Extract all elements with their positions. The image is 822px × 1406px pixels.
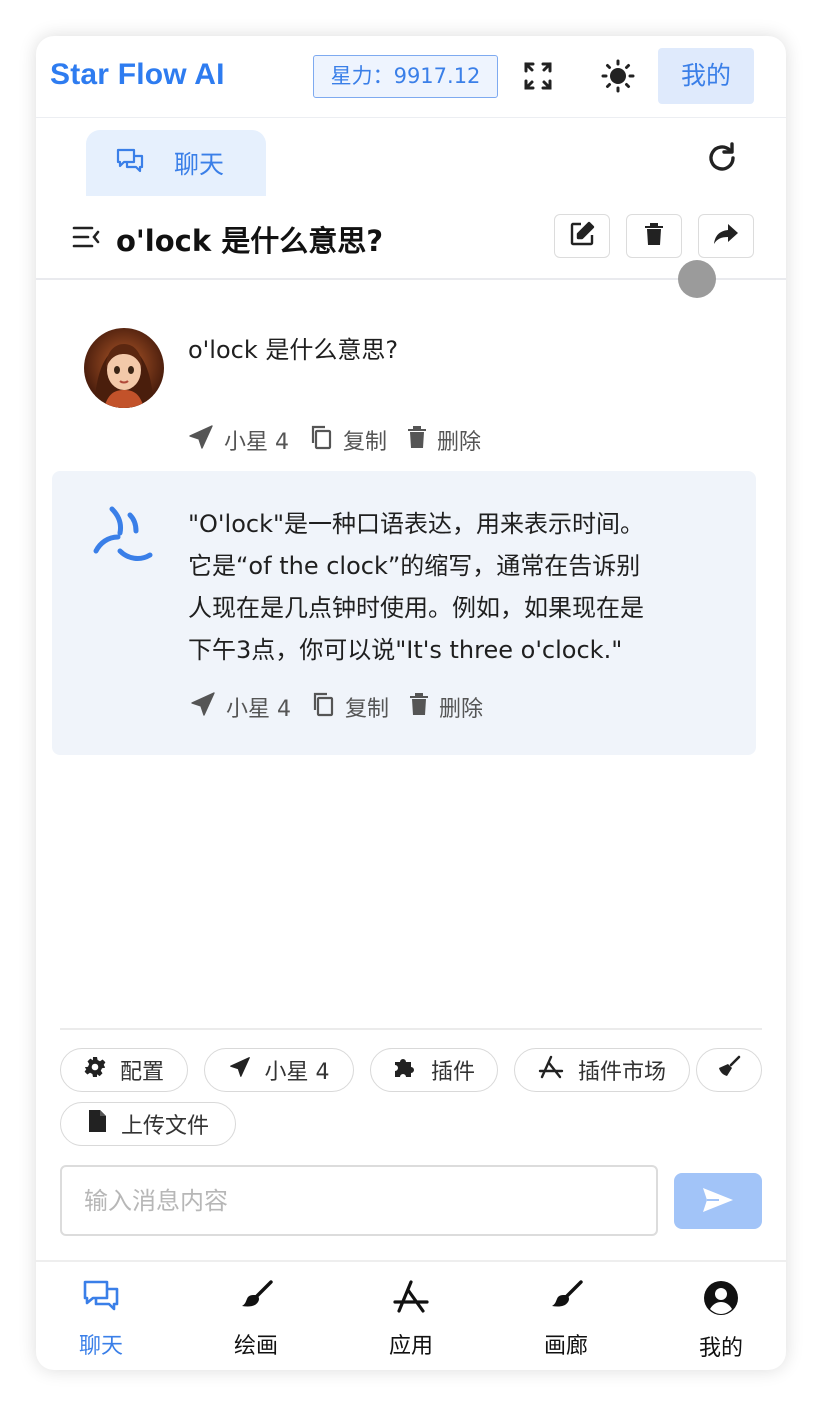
- user-message-actions: 小星 4 复制 删除: [188, 424, 501, 456]
- airplane-icon: [190, 691, 216, 723]
- assistant-line: 它是“of the clock”的缩写，通常在告诉别: [188, 552, 641, 580]
- airplane-icon: [188, 424, 214, 456]
- copy-label: 复制: [343, 430, 388, 455]
- plugins-chip[interactable]: 插件: [370, 1048, 498, 1092]
- delete-conversation-button[interactable]: [626, 214, 682, 258]
- trash-icon: [643, 221, 665, 251]
- airplane-icon: [229, 1056, 251, 1084]
- refresh-icon[interactable]: [702, 138, 742, 178]
- model-label: 小星 4: [224, 430, 289, 455]
- share-icon: [713, 222, 739, 250]
- model-label: 小星 4: [226, 697, 291, 722]
- composer-divider: [60, 1028, 762, 1030]
- bottom-nav: 聊天 绘画 应用 画廊 我的: [36, 1260, 786, 1370]
- nav-label: 聊天: [78, 1334, 123, 1359]
- conversation-title: o'lock 是什么意思?: [116, 224, 384, 258]
- nav-item-gallery[interactable]: 画廊: [511, 1280, 621, 1364]
- copy-icon: [309, 424, 333, 456]
- nav-item-mine[interactable]: 我的: [666, 1280, 776, 1364]
- assistant-message: "O'lock"是一种口语表达，用来表示时间。 它是“of the clock”…: [52, 471, 756, 755]
- model-chip-label: 小星 4: [264, 1060, 330, 1085]
- nav-label: 我的: [698, 1336, 743, 1361]
- conversation-title-bar: o'lock 是什么意思?: [36, 196, 786, 280]
- nav-label: 画廊: [543, 1334, 588, 1359]
- app-store-icon: [538, 1055, 564, 1085]
- my-account-button[interactable]: 我的: [658, 48, 754, 104]
- trash-icon: [407, 425, 427, 455]
- puzzle-icon: [393, 1055, 417, 1085]
- send-button[interactable]: [674, 1173, 762, 1229]
- brand-logo[interactable]: Star Flow AI: [50, 58, 225, 92]
- plugin-market-label: 插件市场: [577, 1060, 666, 1085]
- trash-icon: [409, 692, 429, 722]
- app-store-icon: [393, 1280, 429, 1320]
- assistant-message-actions: 小星 4 复制 删除: [190, 691, 503, 723]
- power-balance-badge[interactable]: 星力：9917.12: [313, 55, 498, 98]
- drag-handle[interactable]: [678, 260, 716, 298]
- nav-label: 绘画: [233, 1334, 278, 1359]
- plugin-market-chip[interactable]: 插件市场: [514, 1048, 690, 1092]
- chat-icon: [83, 1280, 119, 1320]
- delete-label: 删除: [437, 430, 482, 455]
- menu-list-icon[interactable]: [72, 224, 100, 254]
- copy-label: 复制: [345, 697, 390, 722]
- delete-button[interactable]: 删除: [409, 691, 483, 723]
- file-icon: [87, 1109, 107, 1139]
- config-chip[interactable]: 配置: [60, 1048, 188, 1092]
- assistant-logo-icon: [90, 505, 156, 569]
- avatar: [84, 328, 164, 408]
- user-circle-icon: [703, 1280, 739, 1322]
- nav-label: 应用: [388, 1334, 433, 1359]
- model-tag[interactable]: 小星 4: [188, 424, 289, 456]
- clear-chat-chip[interactable]: [696, 1048, 762, 1092]
- chat-icon: [116, 148, 144, 178]
- delete-button[interactable]: 删除: [407, 424, 481, 456]
- model-tag[interactable]: 小星 4: [190, 691, 291, 723]
- copy-button[interactable]: 复制: [309, 424, 387, 456]
- nav-item-apps[interactable]: 应用: [356, 1280, 466, 1364]
- top-bar: Star Flow AI 星力：9917.12 我的: [36, 36, 786, 118]
- assistant-line: "O'lock"是一种口语表达，用来表示时间。: [188, 510, 645, 538]
- upload-file-label: 上传文件: [120, 1114, 209, 1139]
- fullscreen-icon[interactable]: [520, 58, 556, 94]
- tab-chat[interactable]: 聊天: [86, 130, 266, 196]
- sun-icon[interactable]: [600, 58, 636, 94]
- copy-icon: [311, 691, 335, 723]
- nav-item-draw[interactable]: 绘画: [201, 1280, 311, 1364]
- plugins-label: 插件: [430, 1060, 475, 1085]
- app-window: Star Flow AI 星力：9917.12 我的 聊天 o'lock 是什么…: [36, 36, 786, 1370]
- broom-icon: [717, 1055, 741, 1085]
- edit-title-button[interactable]: [554, 214, 610, 258]
- assistant-line: 下午3点，你可以说"It's three o'clock.": [188, 636, 623, 664]
- gear-icon: [84, 1056, 106, 1084]
- delete-label: 删除: [439, 697, 484, 722]
- tab-chat-label: 聊天: [174, 150, 225, 179]
- config-label: 配置: [119, 1060, 164, 1085]
- assistant-line: 人现在是几点钟时使用。例如，如果现在是: [188, 594, 644, 622]
- share-button[interactable]: [698, 214, 754, 258]
- upload-file-chip[interactable]: 上传文件: [60, 1102, 236, 1146]
- edit-icon: [569, 221, 595, 251]
- send-icon: [702, 1187, 734, 1216]
- model-select-chip[interactable]: 小星 4: [204, 1048, 354, 1092]
- copy-button[interactable]: 复制: [311, 691, 389, 723]
- user-message-text: o'lock 是什么意思?: [188, 336, 399, 364]
- assistant-message-text: "O'lock"是一种口语表达，用来表示时间。 它是“of the clock”…: [188, 503, 736, 671]
- brush-icon: [239, 1280, 273, 1320]
- brush-icon: [549, 1280, 583, 1320]
- nav-item-chat[interactable]: 聊天: [46, 1280, 156, 1364]
- message-input[interactable]: [60, 1165, 658, 1236]
